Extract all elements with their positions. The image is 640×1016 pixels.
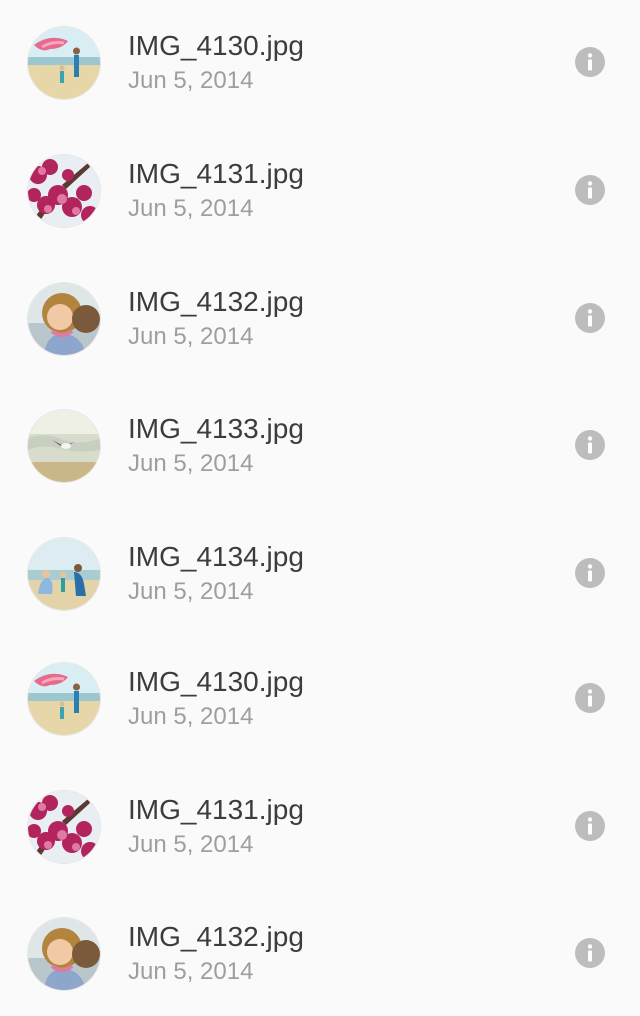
list-item[interactable]: IMG_4133.jpg Jun 5, 2014 [0,383,640,511]
info-icon-glyph [575,683,605,713]
info-icon[interactable] [574,557,606,589]
info-icon[interactable] [574,302,606,334]
file-name: IMG_4134.jpg [128,541,304,572]
info-icon-glyph [575,430,605,460]
file-date: Jun 5, 2014 [128,958,254,985]
info-icon[interactable] [574,810,606,842]
photo-thumbnail[interactable] [28,791,100,863]
file-date: Jun 5, 2014 [128,578,254,605]
info-icon-glyph [575,558,605,588]
list-item[interactable]: IMG_4130.jpg Jun 5, 2014 [0,636,640,764]
file-name: IMG_4131.jpg [128,158,304,189]
list-item[interactable]: IMG_4131.jpg Jun 5, 2014 [0,128,640,256]
info-icon[interactable] [574,429,606,461]
photo-thumbnail[interactable] [28,283,100,355]
info-icon[interactable] [574,174,606,206]
file-date: Jun 5, 2014 [128,703,254,730]
file-date: Jun 5, 2014 [128,67,254,94]
file-name: IMG_4131.jpg [128,794,304,825]
info-icon[interactable] [574,937,606,969]
photo-thumbnail[interactable] [28,410,100,482]
photo-thumbnail[interactable] [28,918,100,990]
file-date: Jun 5, 2014 [128,323,254,350]
info-icon-glyph [575,47,605,77]
list-item[interactable]: IMG_4132.jpg Jun 5, 2014 [0,891,640,1016]
info-icon-glyph [575,938,605,968]
info-icon-glyph [575,303,605,333]
list-item[interactable]: IMG_4134.jpg Jun 5, 2014 [0,511,640,639]
photo-thumbnail[interactable] [28,27,100,99]
list-item[interactable]: IMG_4131.jpg Jun 5, 2014 [0,764,640,892]
list-item[interactable]: IMG_4130.jpg Jun 5, 2014 [0,0,640,128]
file-name: IMG_4133.jpg [128,413,304,444]
info-icon-glyph [575,811,605,841]
photo-thumbnail[interactable] [28,155,100,227]
file-date: Jun 5, 2014 [128,195,254,222]
photo-thumbnail[interactable] [28,663,100,735]
file-name: IMG_4132.jpg [128,921,304,952]
list-item[interactable]: IMG_4132.jpg Jun 5, 2014 [0,256,640,384]
photo-list: IMG_4130.jpg Jun 5, 2014 IMG_4131.jpg Jun … [0,0,640,1016]
file-name: IMG_4132.jpg [128,286,304,317]
file-date: Jun 5, 2014 [128,831,254,858]
info-icon[interactable] [574,46,606,78]
file-name: IMG_4130.jpg [128,30,304,61]
photo-thumbnail[interactable] [28,538,100,610]
info-icon[interactable] [574,682,606,714]
file-date: Jun 5, 2014 [128,450,254,477]
info-icon-glyph [575,175,605,205]
file-name: IMG_4130.jpg [128,666,304,697]
